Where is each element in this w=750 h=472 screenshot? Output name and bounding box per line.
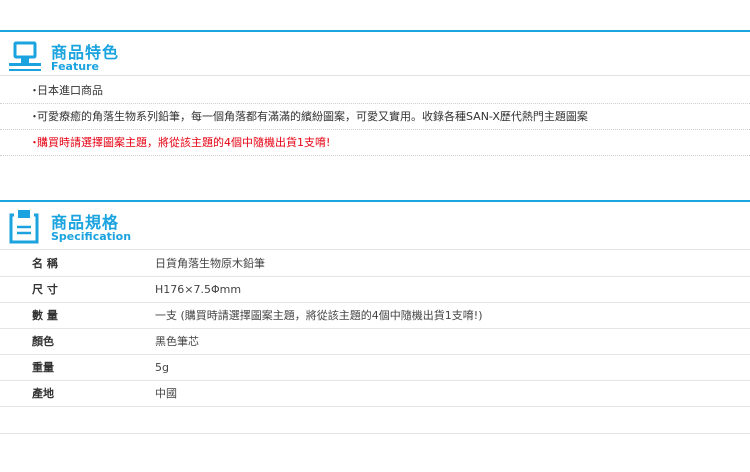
clipboard-icon <box>9 210 39 244</box>
spec-value: H176×7.5Φmm <box>155 283 242 296</box>
list-item-warning: ・ 購買時請選擇圖案主題，將從該主題的4個中隨機出貨1支唷! <box>0 130 750 156</box>
bullet: ・ <box>29 110 40 123</box>
feature-warning-text: 購買時請選擇圖案主題，將從該主題的4個中隨機出貨1支唷! <box>37 136 331 149</box>
feature-text: 可愛療癒的角落生物系列鉛筆，每一個角落都有滿滿的繽紛圖案，可愛又實用。收錄各種S… <box>37 110 588 123</box>
feature-divider <box>0 75 750 76</box>
spec-label: 重量 <box>32 361 54 374</box>
spec-value: 中國 <box>155 387 177 400</box>
monitor-icon <box>9 41 41 71</box>
list-item: ・ 日本進口商品 <box>0 78 750 104</box>
feature-list: ・ 日本進口商品 ・ 可愛療癒的角落生物系列鉛筆，每一個角落都有滿滿的繽紛圖案，… <box>0 78 750 156</box>
table-row: 重量 5g <box>0 355 750 381</box>
spec-label: 顏色 <box>32 335 54 348</box>
bullet: ・ <box>29 136 40 149</box>
spec-value: 黑色筆芯 <box>155 335 199 348</box>
table-row: 產地 中國 <box>0 381 750 407</box>
spec-table: 名 稱 日貨角落生物原木鉛筆 尺 寸 H176×7.5Φmm 數 量 一支 (購… <box>0 251 750 407</box>
product-detail-page: 商品特色 Feature ・ 日本進口商品 ・ 可愛療癒的角落生物系列鉛筆，每一… <box>0 0 750 472</box>
bullet: ・ <box>29 84 40 97</box>
table-row: 顏色 黑色筆芯 <box>0 329 750 355</box>
feature-top-rule <box>0 30 750 32</box>
feature-subtitle: Feature <box>51 60 99 73</box>
bottom-divider <box>0 433 750 434</box>
table-row: 名 稱 日貨角落生物原木鉛筆 <box>0 251 750 277</box>
table-row: 數 量 一支 (購買時請選擇圖案主題，將從該主題的4個中隨機出貨1支唷!) <box>0 303 750 329</box>
spec-label: 產地 <box>32 387 54 400</box>
spec-top-rule <box>0 200 750 202</box>
spec-label: 名 稱 <box>32 257 58 270</box>
spec-label: 尺 寸 <box>32 283 58 296</box>
spec-value: 5g <box>155 361 169 374</box>
spec-value: 一支 (購買時請選擇圖案主題，將從該主題的4個中隨機出貨1支唷!) <box>155 309 483 322</box>
spec-header: 商品規格 Specification <box>0 205 750 251</box>
table-row: 尺 寸 H176×7.5Φmm <box>0 277 750 303</box>
feature-text: 日本進口商品 <box>37 84 103 97</box>
list-item: ・ 可愛療癒的角落生物系列鉛筆，每一個角落都有滿滿的繽紛圖案，可愛又實用。收錄各… <box>0 104 750 130</box>
spec-label: 數 量 <box>32 309 58 322</box>
spec-value: 日貨角落生物原木鉛筆 <box>155 257 265 270</box>
spec-divider <box>0 249 750 250</box>
spec-subtitle: Specification <box>51 230 132 243</box>
